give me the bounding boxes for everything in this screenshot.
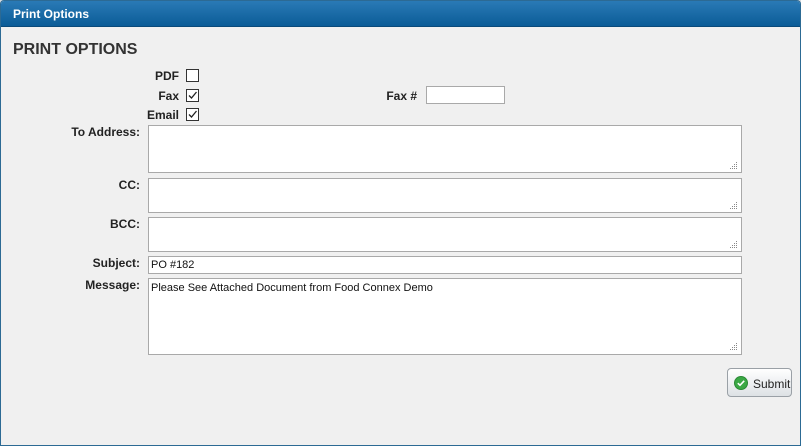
- fax-number-label: Fax #: [386, 89, 417, 103]
- to-address-label: To Address:: [71, 125, 140, 139]
- print-options-dialog: Print Options PRINT OPTIONS PDF Fax Emai…: [0, 0, 801, 446]
- checkmark-icon: [188, 91, 197, 99]
- resize-grip-icon[interactable]: [730, 343, 738, 351]
- fax-checkbox[interactable]: [186, 89, 199, 102]
- cc-label: CC:: [118, 178, 140, 192]
- dialog-titlebar[interactable]: Print Options: [1, 1, 800, 27]
- dialog-title: Print Options: [13, 7, 89, 21]
- checkmark-icon: [188, 110, 197, 118]
- cc-field[interactable]: [148, 178, 742, 213]
- subject-input[interactable]: [148, 256, 742, 274]
- pdf-label: PDF: [155, 69, 179, 83]
- subject-label: Subject:: [92, 256, 140, 270]
- pdf-checkbox[interactable]: [186, 69, 199, 82]
- bcc-field[interactable]: [148, 217, 742, 252]
- message-label: Message:: [85, 278, 140, 292]
- resize-grip-icon[interactable]: [730, 202, 738, 210]
- email-label: Email: [146, 108, 179, 122]
- email-checkbox[interactable]: [186, 108, 199, 121]
- bcc-label: BCC:: [110, 217, 140, 231]
- resize-grip-icon[interactable]: [730, 241, 738, 249]
- fax-label: Fax: [158, 89, 179, 103]
- submit-button[interactable]: Submit: [727, 368, 792, 397]
- fax-number-input[interactable]: [426, 86, 505, 104]
- to-address-field[interactable]: [148, 125, 742, 173]
- resize-grip-icon[interactable]: [730, 162, 738, 170]
- check-circle-icon: [734, 376, 748, 390]
- message-field[interactable]: Please See Attached Document from Food C…: [148, 278, 742, 355]
- page-heading: PRINT OPTIONS: [13, 41, 138, 58]
- submit-label: Submit: [753, 377, 791, 391]
